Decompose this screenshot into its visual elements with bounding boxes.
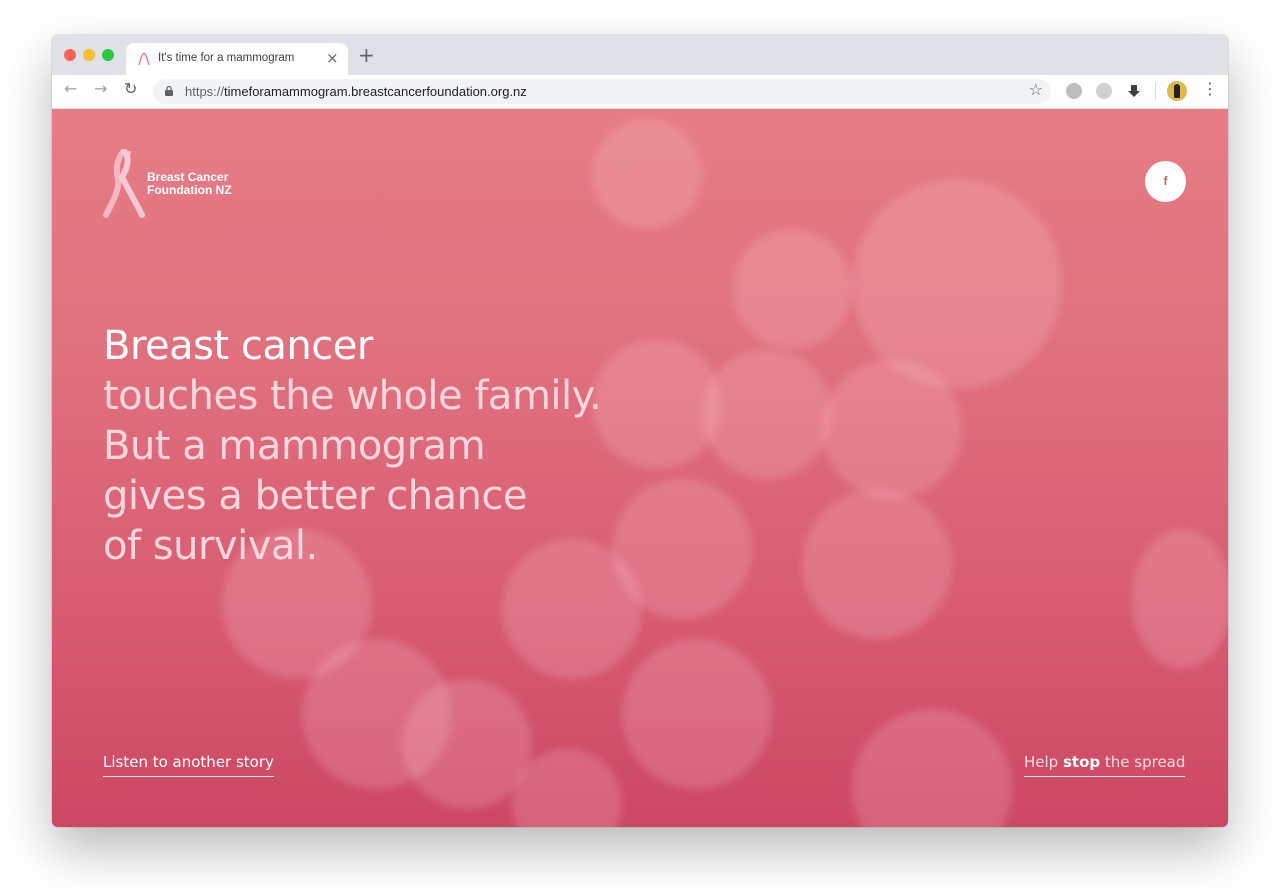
new-tab-button[interactable]: + [358, 45, 375, 65]
globe-extension-icon[interactable] [1066, 83, 1082, 99]
bokeh-circle [852, 709, 1012, 827]
bokeh-circle [1132, 529, 1228, 669]
listen-another-story-link[interactable]: Listen to another story [103, 753, 274, 777]
bokeh-circle [592, 119, 702, 229]
url-host: timeforamammogram.breastcancerfoundation… [224, 84, 527, 99]
tab-active[interactable]: It's time for a mammogram × [126, 43, 348, 75]
logo-text: Breast Cancer Foundation NZ [147, 171, 232, 197]
headline-line-5: of survival. [103, 523, 318, 569]
bokeh-circle [822, 359, 962, 499]
toolbar-divider [1155, 83, 1156, 100]
close-window-button[interactable] [64, 49, 76, 61]
facebook-icon: f [1163, 174, 1168, 188]
browser-menu-icon[interactable]: ⋮ [1202, 81, 1218, 97]
back-button[interactable]: ← [64, 81, 77, 97]
forward-button[interactable]: → [94, 81, 107, 97]
site-logo[interactable]: Breast Cancer Foundation NZ [102, 149, 262, 221]
ribbon-favicon-icon [138, 52, 150, 66]
tab-title: It's time for a mammogram [158, 52, 295, 64]
browser-window: It's time for a mammogram × + ← → ↻ http… [52, 35, 1228, 827]
logo-line-2: Foundation NZ [147, 183, 232, 197]
help-link-prefix: Help [1024, 753, 1063, 771]
reload-button[interactable]: ↻ [124, 81, 137, 97]
url-scheme: https:// [185, 84, 225, 99]
bokeh-circle [622, 639, 772, 789]
cloud-extension-icon[interactable] [1096, 83, 1112, 99]
minimize-window-button[interactable] [83, 49, 95, 61]
headline-line-2: touches the whole family. [103, 373, 602, 419]
tab-bar: It's time for a mammogram × + [52, 35, 1228, 75]
page-hero: Breast Cancer Foundation NZ f Breast can… [52, 109, 1228, 827]
bookmark-star-icon[interactable]: ☆ [1029, 82, 1043, 98]
help-link-suffix: the spread [1100, 753, 1186, 771]
help-link-emphasis: stop [1062, 753, 1101, 771]
bokeh-circle [732, 229, 852, 349]
bokeh-circle [402, 679, 532, 809]
zoom-window-button[interactable] [102, 49, 114, 61]
bokeh-circle [802, 489, 952, 639]
download-extension-icon[interactable] [1126, 83, 1142, 99]
url-text[interactable]: https://timeforamammogram.breastcancerfo… [185, 84, 527, 99]
headline-line-3: But a mammogram [103, 423, 486, 469]
headline-line-1: Breast cancer [103, 323, 373, 369]
tab-close-icon[interactable]: × [326, 51, 339, 66]
browser-toolbar: ← → ↻ https://timeforamammogram.breastca… [52, 75, 1228, 109]
facebook-share-button[interactable]: f [1145, 161, 1186, 202]
profile-avatar[interactable] [1167, 81, 1187, 101]
lock-icon [165, 86, 173, 96]
help-stop-spread-link[interactable]: Help stop the spread [1024, 753, 1186, 777]
bokeh-circle [852, 179, 1062, 389]
pink-ribbon-icon [103, 149, 145, 218]
hero-headline: Breast cancer touches the whole family. … [103, 321, 723, 571]
headline-line-4: gives a better chance [103, 473, 528, 519]
address-bar[interactable]: https://timeforamammogram.breastcancerfo… [153, 79, 1051, 104]
